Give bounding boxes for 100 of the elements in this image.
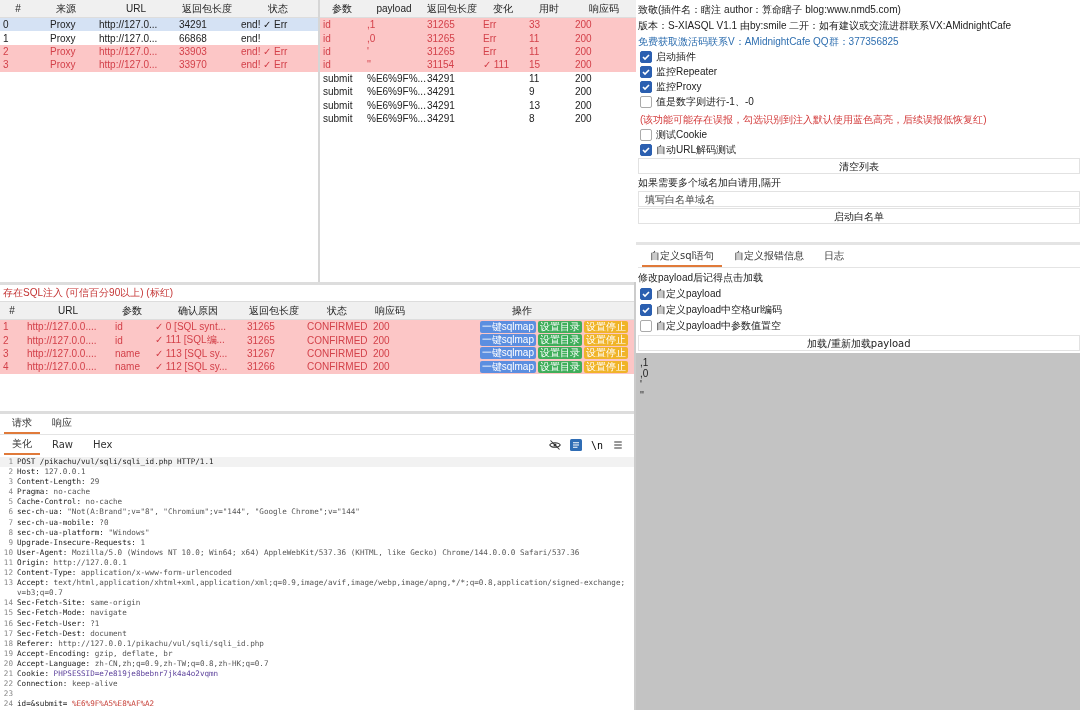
hidden-eye-icon[interactable] xyxy=(548,439,561,451)
tab[interactable]: Raw xyxy=(44,436,82,454)
table-cell-text: 2 xyxy=(2,334,10,346)
column-header[interactable]: 用时 xyxy=(526,1,572,16)
menu-icon[interactable] xyxy=(612,439,624,451)
column-header[interactable]: 响应码 xyxy=(370,303,410,318)
table-cell-text: submit xyxy=(322,86,354,98)
table-cell-text: ' xyxy=(366,45,370,57)
column-header[interactable]: 返回包长度 xyxy=(424,1,480,16)
table-cell-text: Proxy xyxy=(49,59,77,71)
column-header[interactable]: 参数 xyxy=(112,303,152,318)
checkbox[interactable] xyxy=(640,129,652,141)
table-cell-text: end! xyxy=(240,32,262,44)
table-cell-text: submit xyxy=(322,112,354,124)
tab[interactable]: 美化 xyxy=(4,435,40,455)
column-header[interactable]: 操作 xyxy=(410,303,634,318)
column-header[interactable]: # xyxy=(0,3,36,14)
table-cell-text: 31265 xyxy=(426,45,456,57)
table-cell-text: CONFIRMED xyxy=(306,334,369,346)
tab[interactable]: 自定义sql语句 xyxy=(642,247,723,267)
table-cell-text: 31265 xyxy=(426,19,456,31)
checkbox[interactable] xyxy=(640,66,652,78)
table-cell-text: name xyxy=(114,347,141,359)
checkbox[interactable] xyxy=(640,304,652,316)
table-cell-text: id xyxy=(114,321,124,333)
checkbox[interactable] xyxy=(640,320,652,332)
column-header[interactable]: 返回包长度 xyxy=(176,1,238,16)
column-header[interactable]: 确认原因 xyxy=(152,303,244,318)
tab[interactable]: 自定义报错信息 xyxy=(726,247,813,267)
column-header[interactable]: URL xyxy=(24,305,112,316)
table-cell-text: 31265 xyxy=(426,32,456,44)
info-text: 致敬(插件名：瞎注 author：算命瞎子 blog:www.nmd5.com) xyxy=(638,3,902,17)
column-header[interactable]: 变化 xyxy=(480,1,526,16)
table-cell-text: 200 xyxy=(574,45,593,57)
table-cell-text: id xyxy=(322,59,332,71)
column-header[interactable]: 状态 xyxy=(304,303,370,318)
payload-line: ,1 xyxy=(640,357,650,368)
table-cell-text: http://127.0.0.... xyxy=(26,347,98,359)
checkbox[interactable] xyxy=(640,81,652,93)
checkbox-label[interactable]: 自动URL解码测试 xyxy=(656,143,736,157)
checkbox-label[interactable]: 监控Repeater xyxy=(656,65,718,79)
checkbox-label[interactable]: 自定义payload中参数值置空 xyxy=(656,319,782,333)
table-cell-text: '' xyxy=(366,59,372,71)
table-cell-text: 200 xyxy=(372,334,391,346)
column-header[interactable]: payload xyxy=(364,3,424,14)
checkbox[interactable] xyxy=(640,51,652,63)
table-cell-text: 33 xyxy=(528,19,542,31)
checkbox-label[interactable]: 启动插件 xyxy=(656,50,696,64)
table-cell-text: id xyxy=(322,45,332,57)
tab[interactable]: 日志 xyxy=(816,247,853,267)
whitelist-button[interactable]: 启动白名单 xyxy=(638,208,1080,224)
column-header[interactable]: 状态 xyxy=(238,1,318,16)
hint-text: 修改payload后记得点击加载 xyxy=(638,271,765,285)
payload-line: '' xyxy=(640,390,645,401)
checkbox-label[interactable]: 监控Proxy xyxy=(656,80,702,94)
table-cell-text: 3 xyxy=(2,59,10,71)
tab[interactable]: Hex xyxy=(85,436,121,454)
column-header[interactable]: 响应码 xyxy=(572,1,636,16)
tab[interactable]: 请求 xyxy=(4,414,40,434)
checkbox[interactable] xyxy=(640,144,652,156)
table-cell-text: 1 xyxy=(2,32,10,44)
table-cell-text: 200 xyxy=(574,86,593,98)
table-cell-text: 34291 xyxy=(426,112,456,124)
table-row[interactable]: 1 Proxy http://127.0... 66868 end! xyxy=(0,31,318,45)
table-cell-text: ✓ 111 xyxy=(482,59,510,71)
table-cell-text: http://127.0.0.... xyxy=(26,321,98,333)
table-cell-text: CONFIRMED xyxy=(306,321,369,333)
checkbox-label[interactable]: 自定义payload xyxy=(656,287,722,301)
clear-button[interactable]: 清空列表 xyxy=(638,158,1080,174)
whitelist-field[interactable]: 填写白名单域名 xyxy=(638,191,1080,207)
column-header[interactable]: # xyxy=(0,305,24,316)
checkbox-label[interactable]: 自定义payload中空格url编码 xyxy=(656,303,783,317)
checkbox[interactable] xyxy=(640,288,652,300)
list-icon[interactable] xyxy=(569,439,582,451)
column-header[interactable]: 来源 xyxy=(36,1,96,16)
wrap-button[interactable]: \n xyxy=(590,439,603,451)
table-cell-text: submit xyxy=(322,99,354,111)
table-row[interactable]: 0 Proxy http://127.0... 34291 end! ✓ Err xyxy=(0,18,318,32)
hint-text: 如果需要多个域名加白请用,隔开 xyxy=(638,176,782,190)
table-cell-text: submit xyxy=(322,72,354,84)
table-row[interactable]: submit %E6%9F%...34291 9 200 xyxy=(320,84,636,99)
table-cell-text: http://127.0... xyxy=(98,32,159,44)
table-row[interactable]: submit %E6%9F%...34291 8 200 xyxy=(320,111,636,126)
column-header[interactable]: 参数 xyxy=(320,1,364,16)
checkbox-label[interactable]: 测试Cookie xyxy=(656,128,708,142)
checkbox-label[interactable]: 值是数字则进行-1、-0 xyxy=(656,95,754,109)
table-cell-text: Err xyxy=(482,45,498,57)
column-header[interactable]: 返回包长度 xyxy=(244,303,304,318)
table-cell-text: 33970 xyxy=(178,59,208,71)
payload-textarea[interactable]: ,1 ,0 ' '' xyxy=(636,353,1080,710)
table-cell-text: 31265 xyxy=(246,334,276,346)
table-row[interactable]: submit %E6%9F%...34291 13 200 xyxy=(320,98,636,112)
table-cell-text: 0 xyxy=(2,19,10,31)
tab[interactable]: 响应 xyxy=(44,414,80,434)
column-header[interactable]: URL xyxy=(96,3,176,14)
table-cell-text: 8 xyxy=(528,112,536,124)
table-row[interactable]: submit %E6%9F%...34291 11 200 xyxy=(320,71,636,85)
table-cell-text: 4 xyxy=(2,361,10,373)
load-button[interactable]: 加载/重新加载payload xyxy=(638,335,1080,351)
checkbox[interactable] xyxy=(640,96,652,108)
